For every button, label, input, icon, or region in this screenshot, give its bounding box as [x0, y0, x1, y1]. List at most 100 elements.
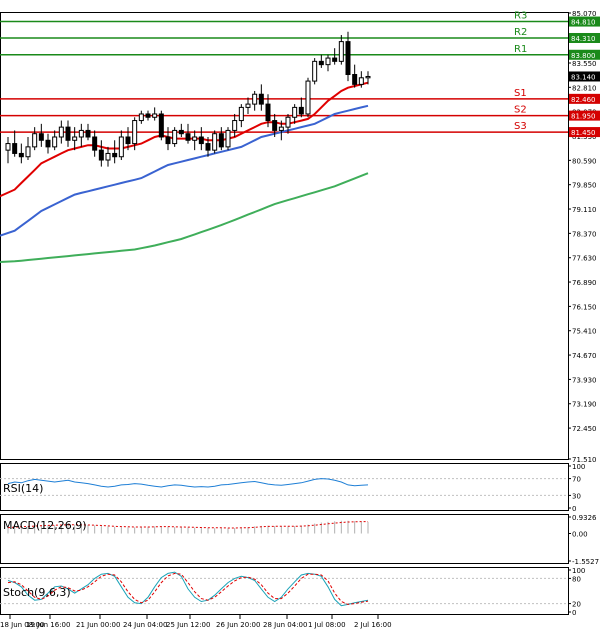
candle-body: [265, 103, 271, 122]
candle-body: [172, 129, 178, 145]
candle-body: [132, 120, 138, 145]
level-price-label: 84.810: [571, 19, 596, 27]
level-price-label: 82.460: [571, 96, 596, 104]
price-tick-label: 79.850: [572, 182, 597, 190]
current-price: 83.140: [569, 71, 600, 82]
main-panel: [0, 12, 569, 460]
candle-body: [78, 129, 84, 138]
sub-tick-label: 70: [572, 476, 581, 484]
candle-body: [352, 74, 358, 85]
level-name-s1: S1: [514, 88, 527, 99]
candle-body: [258, 93, 264, 105]
price-tick-label: 78.370: [572, 230, 597, 238]
candle-body: [325, 57, 331, 66]
candle-body: [345, 41, 351, 76]
candle-body: [245, 103, 251, 108]
time-tick-label: 28 Jun 04:00: [263, 621, 307, 629]
sub-tick-label: 100: [572, 567, 585, 575]
candle-body: [178, 129, 184, 135]
level-name-s2: S2: [514, 105, 527, 116]
stoch-label: Stoch(9,6,3): [3, 586, 71, 599]
sub-tick-label: -1.5527: [572, 558, 599, 566]
price-tick-label: 74.670: [572, 352, 597, 360]
level-name-r1: R1: [514, 44, 527, 55]
time-tick-label: 1 Jul 08:00: [308, 621, 346, 629]
price-tick-label: 79.110: [572, 206, 597, 214]
price-tick-label: 76.150: [572, 303, 597, 311]
price-tick-label: 73.190: [572, 401, 597, 409]
price-tick-label: 83.550: [572, 60, 597, 68]
level-price-label: 81.950: [571, 113, 596, 121]
level-name-s3: S3: [514, 121, 527, 132]
time-axis: 18 Jun 08:0019 Jun 16:00 21 Jun 00:00 24 J…: [0, 615, 392, 629]
price-tick-label: 73.930: [572, 376, 597, 384]
candle-body: [85, 129, 91, 138]
candle-body: [18, 152, 24, 158]
candle-body: [365, 75, 371, 79]
time-tick-label: 19 Jun 16:00: [26, 621, 70, 629]
level-name-r2: R2: [514, 27, 527, 38]
sub-tick-label: 0: [572, 505, 576, 513]
time-tick-label: 2 Jul 16:00: [354, 621, 392, 629]
candle-body: [12, 143, 18, 154]
candle-body: [112, 152, 118, 158]
sub-tick-label: 80: [572, 575, 581, 583]
candle-body: [98, 149, 104, 161]
candle-body: [45, 139, 51, 148]
candle-body: [218, 133, 224, 148]
level-price-label: 81.450: [571, 129, 596, 137]
time-tick-label: 26 Jun 20:00: [216, 621, 260, 629]
candle-body: [278, 126, 284, 131]
candle-body: [338, 41, 344, 62]
candle-body: [72, 136, 78, 141]
candle-body: [238, 106, 244, 122]
time-tick-label: 21 Jun 00:00: [76, 621, 120, 629]
candle-body: [152, 113, 158, 118]
candle-body: [285, 116, 291, 128]
candle-body: [198, 136, 204, 145]
candle-body: [158, 113, 164, 138]
candle-body: [272, 120, 278, 131]
time-tick-label: 24 Jun 04:00: [123, 621, 167, 629]
candle-body: [312, 60, 318, 82]
sub-tick-label: 0: [572, 609, 576, 617]
candle-body: [165, 136, 171, 145]
sub-tick-label: 20: [572, 601, 581, 609]
candle-body: [305, 80, 311, 115]
sub-tick-label: 0.9326: [572, 514, 597, 522]
candle-body: [252, 93, 258, 105]
candle-body: [92, 136, 98, 151]
level-price-label: 83.800: [571, 52, 596, 60]
candle-body: [318, 60, 324, 66]
macd-label: MACD(12,26,9): [3, 519, 87, 532]
candle-body: [145, 113, 151, 118]
candle-body: [32, 133, 38, 148]
candle-body: [58, 126, 64, 138]
candle-body: [105, 152, 111, 161]
forex-chart: 85.07084.29083.55082.81082.07081.33080.5…: [0, 10, 600, 629]
sub-tick-label: 100: [572, 463, 585, 471]
candle-body: [225, 129, 231, 148]
candle-body: [332, 57, 338, 62]
price-tick-label: 75.410: [572, 328, 597, 336]
time-tick-label: 25 Jun 12:00: [166, 621, 210, 629]
price-tick-label: 80.590: [572, 157, 597, 165]
candle-body: [118, 136, 124, 158]
price-tick-label: 72.450: [572, 425, 597, 433]
candle-body: [25, 146, 31, 158]
level-name-r3: R3: [514, 11, 527, 22]
candle-body: [185, 133, 191, 141]
candle-body: [205, 143, 211, 151]
candle-body: [125, 136, 131, 145]
candle-body: [298, 106, 304, 115]
candle-body: [192, 136, 198, 141]
candle-body: [52, 136, 58, 148]
current-price-label: 83.140: [571, 73, 596, 81]
level-price-label: 84.310: [571, 35, 596, 43]
candle-body: [212, 133, 218, 151]
candle-body: [292, 106, 298, 118]
candle-body: [65, 126, 71, 141]
candle-body: [5, 143, 11, 151]
rsi-label: RSI(14): [3, 482, 43, 495]
stoch-panel: [0, 567, 569, 615]
